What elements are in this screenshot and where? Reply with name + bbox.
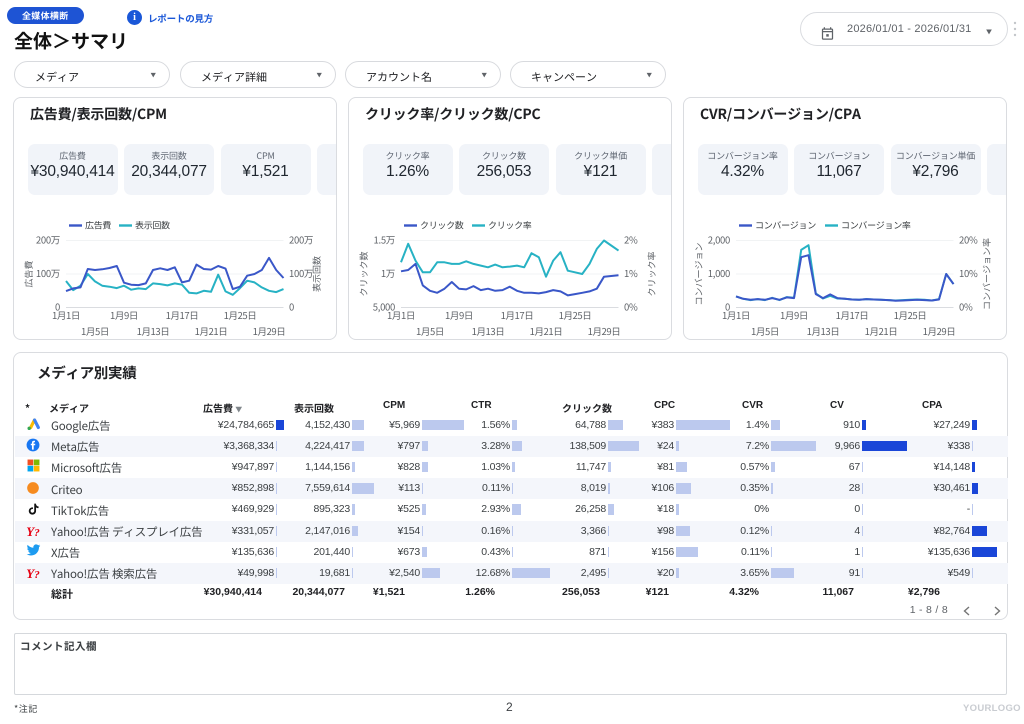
svg-text:2,000: 2,000 (708, 233, 730, 247)
svg-text:1月1日: 1月1日 (387, 308, 415, 322)
svg-text:クリック数: クリック数 (357, 251, 370, 296)
svg-text:10%: 10% (959, 266, 978, 280)
svg-text:コンバージョン率: コンバージョン率 (841, 219, 911, 232)
svg-text:1月21日: 1月21日 (530, 324, 563, 338)
svg-text:1月29日: 1月29日 (923, 324, 956, 338)
svg-text:1月9日: 1月9日 (445, 308, 473, 322)
svg-text:クリック率: クリック率 (488, 219, 532, 232)
svg-text:1.5万: 1.5万 (374, 233, 396, 247)
svg-text:1月25日: 1月25日 (224, 308, 257, 322)
svg-text:広告費: 広告費 (85, 219, 111, 232)
svg-text:1月13日: 1月13日 (472, 324, 505, 338)
svg-text:1月25日: 1月25日 (559, 308, 592, 322)
svg-text:1月29日: 1月29日 (253, 324, 286, 338)
svg-text:表示回数: 表示回数 (310, 256, 323, 292)
svg-text:コンバージョン率: コンバージョン率 (980, 238, 993, 310)
svg-text:1月13日: 1月13日 (807, 324, 840, 338)
svg-text:1月17日: 1月17日 (501, 308, 534, 322)
svg-text:0%: 0% (959, 300, 973, 314)
svg-text:0%: 0% (624, 300, 638, 314)
svg-text:1月9日: 1月9日 (780, 308, 808, 322)
svg-text:表示回数: 表示回数 (135, 219, 170, 232)
svg-text:1月25日: 1月25日 (894, 308, 927, 322)
svg-text:1月21日: 1月21日 (865, 324, 898, 338)
svg-text:1月9日: 1月9日 (110, 308, 138, 322)
svg-text:1月13日: 1月13日 (137, 324, 170, 338)
svg-text:広告費: 広告費 (22, 260, 35, 287)
svg-text:200万: 200万 (36, 233, 60, 247)
svg-text:1月1日: 1月1日 (722, 308, 750, 322)
svg-text:コンバージョン: コンバージョン (692, 242, 705, 305)
svg-text:1月5日: 1月5日 (416, 324, 444, 338)
svg-text:1月17日: 1月17日 (836, 308, 869, 322)
svg-text:1月21日: 1月21日 (195, 324, 228, 338)
svg-text:1月5日: 1月5日 (751, 324, 779, 338)
svg-text:20%: 20% (959, 233, 978, 247)
svg-text:1万: 1万 (381, 266, 395, 280)
svg-text:1月29日: 1月29日 (588, 324, 621, 338)
svg-text:コンバージョン: コンバージョン (755, 219, 816, 232)
svg-text:1月17日: 1月17日 (166, 308, 199, 322)
svg-text:クリック数: クリック数 (420, 219, 464, 232)
svg-text:100万: 100万 (36, 266, 60, 280)
svg-text:1%: 1% (624, 266, 638, 280)
svg-text:2%: 2% (624, 233, 638, 247)
svg-text:1,000: 1,000 (708, 266, 730, 280)
svg-text:クリック率: クリック率 (645, 251, 658, 296)
svg-text:1月1日: 1月1日 (52, 308, 80, 322)
svg-text:1月5日: 1月5日 (81, 324, 109, 338)
svg-text:0: 0 (289, 300, 294, 314)
svg-text:200万: 200万 (289, 233, 313, 247)
